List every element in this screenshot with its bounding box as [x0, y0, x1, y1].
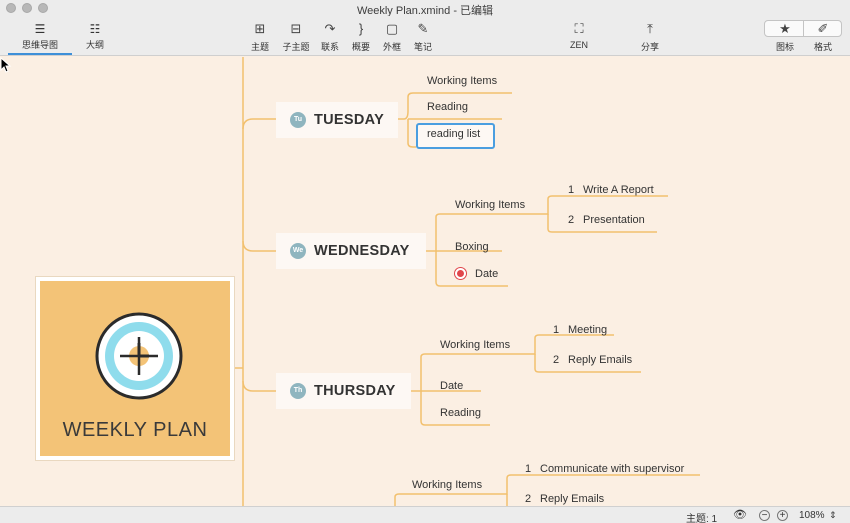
star-icon: ★: [779, 21, 791, 36]
topic-button[interactable]: ⊞ 主题: [246, 20, 274, 53]
zoom-level[interactable]: 108%: [799, 510, 825, 521]
clock-icon: [95, 312, 183, 400]
subtopic-write-a-report[interactable]: Write A Report: [583, 184, 654, 196]
friday-item-2-number: 2: [525, 493, 532, 505]
subtopic-meeting[interactable]: Meeting: [568, 324, 607, 336]
note-label: 笔记: [413, 42, 432, 52]
subtopic-label: 子主题: [282, 42, 310, 52]
topic-wednesday[interactable]: We WEDNESDAY: [276, 233, 426, 269]
outline-view-icon: ☷: [89, 22, 101, 36]
note-button[interactable]: ✎ 笔记: [411, 20, 435, 53]
subtopic-tuesday-reading[interactable]: Reading: [427, 101, 468, 113]
topic-thursday-label: THURSDAY: [314, 383, 396, 399]
mindmap-canvas[interactable]: WEEKLY PLAN Tu TUESDAY Working Items Rea…: [0, 57, 850, 506]
title-bar: Weekly Plan.xmind - 已编辑: [0, 0, 850, 17]
relationship-icon: ↷: [324, 21, 336, 36]
wednesday-item-2-number: 2: [568, 214, 575, 226]
topic-wednesday-label: WEDNESDAY: [314, 243, 410, 259]
tab-outline-view[interactable]: ☷ 大纲: [74, 20, 116, 55]
note-icon: ✎: [417, 21, 429, 36]
summary-button[interactable]: } 概要: [349, 20, 373, 53]
share-icon: ⤒: [647, 21, 653, 36]
thursday-item-2-number: 2: [553, 354, 560, 366]
central-topic[interactable]: WEEKLY PLAN: [36, 277, 234, 460]
share-button[interactable]: ⤒ 分享: [637, 20, 663, 53]
central-topic-title: WEEKLY PLAN: [62, 419, 208, 441]
status-bar: 主题: 1 👁 − + 108% ⇕: [0, 506, 850, 523]
subtopic-thursday-working-items[interactable]: Working Items: [440, 339, 510, 351]
relationship-label: 联系: [320, 42, 339, 52]
zoom-stepper-icon[interactable]: ⇕: [829, 510, 837, 521]
tuesday-badge-icon: Tu: [290, 112, 306, 128]
format-panel-button[interactable]: ✐ 格式: [806, 20, 840, 53]
icons-panel-label: 图标: [775, 42, 794, 52]
share-label: 分享: [640, 42, 659, 52]
subtopic-thursday-reading[interactable]: Reading: [440, 407, 481, 419]
icons-panel-button[interactable]: ★ 图标: [768, 20, 802, 53]
topic-label: 主题: [250, 42, 269, 52]
subtopic-friday-working-items[interactable]: Working Items: [412, 479, 482, 491]
format-panel-label: 格式: [813, 42, 832, 52]
zoom-out-button[interactable]: −: [759, 510, 770, 521]
topic-tuesday-label: TUESDAY: [314, 112, 385, 128]
boundary-button[interactable]: ▢ 外框: [380, 20, 404, 53]
thursday-badge-icon: Th: [290, 383, 306, 399]
tab-mindmap-label: 思维导图: [21, 40, 58, 50]
heart-marker-icon: [455, 268, 466, 279]
thursday-item-1-number: 1: [553, 324, 560, 336]
subtopic-communicate-with-supervisor[interactable]: Communicate with supervisor: [540, 463, 684, 475]
subtopic-button[interactable]: ⊟ 子主题: [280, 20, 312, 53]
tab-mindmap-view[interactable]: ☰ 思维导图: [8, 20, 72, 55]
zen-label: ZEN: [570, 40, 588, 50]
relationship-button[interactable]: ↷ 联系: [318, 20, 342, 53]
wednesday-badge-icon: We: [290, 243, 306, 259]
boundary-icon: ▢: [385, 21, 399, 36]
summary-label: 概要: [351, 42, 370, 52]
subtopic-wednesday-date[interactable]: Date: [475, 268, 498, 280]
friday-item-1-number: 1: [525, 463, 532, 475]
topic-thursday[interactable]: Th THURSDAY: [276, 373, 411, 409]
eye-icon[interactable]: 👁: [733, 508, 747, 521]
topic-icon: ⊞: [254, 21, 266, 36]
mouse-cursor-icon: [0, 57, 12, 73]
subtopic-thursday-date[interactable]: Date: [440, 380, 463, 392]
subtopic-friday-reply-emails[interactable]: Reply Emails: [540, 493, 604, 505]
zen-icon: ⛶: [574, 21, 584, 36]
mindmap-view-icon: ☰: [34, 22, 46, 36]
subtopic-wednesday-boxing[interactable]: Boxing: [455, 241, 489, 253]
subtopic-tuesday-working-items[interactable]: Working Items: [427, 75, 497, 87]
tab-outline-label: 大纲: [85, 40, 104, 50]
subtopic-thursday-reply-emails[interactable]: Reply Emails: [568, 354, 632, 366]
toolbar: ☰ 思维导图 ☷ 大纲 ⊞ 主题 ⊟ 子主题 ↷ 联系 } 概要 ▢ 外框 ✎ …: [0, 16, 850, 56]
subtopic-wednesday-working-items[interactable]: Working Items: [455, 199, 525, 211]
subtopic-icon: ⊟: [290, 21, 302, 36]
topic-count: 主题: 1: [686, 514, 718, 523]
subtopic-presentation[interactable]: Presentation: [583, 214, 645, 226]
zen-button[interactable]: ⛶ ZEN: [566, 20, 592, 50]
zoom-in-button[interactable]: +: [777, 510, 788, 521]
brush-icon: ✐: [817, 21, 829, 36]
summary-icon: }: [358, 21, 364, 36]
wednesday-item-1-number: 1: [568, 184, 575, 196]
topic-tuesday[interactable]: Tu TUESDAY: [276, 102, 398, 138]
subtopic-tuesday-reading-list[interactable]: reading list: [427, 128, 480, 140]
boundary-label: 外框: [382, 42, 401, 52]
